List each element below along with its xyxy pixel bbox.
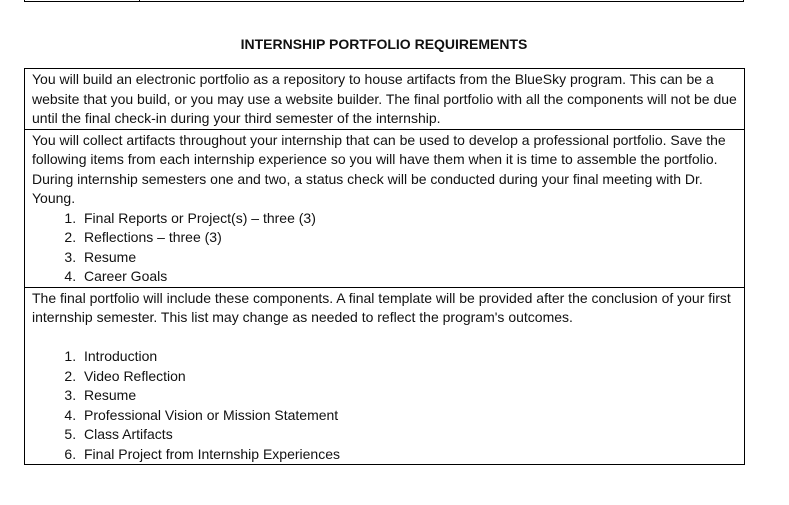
- requirement-text: The final portfolio will include these c…: [32, 289, 731, 326]
- list-item: Class Artifacts: [80, 425, 737, 445]
- list-item: Final Project from Internship Experience…: [80, 445, 737, 465]
- component-list: Introduction Video Reflection Resume Pro…: [32, 347, 737, 464]
- list-item: Resume: [80, 248, 737, 268]
- list-item: Resume: [80, 386, 737, 406]
- page-title: INTERNSHIP PORTFOLIO REQUIREMENTS: [240, 36, 528, 52]
- list-item: Final Reports or Project(s) – three (3): [80, 209, 737, 229]
- artifact-list: Final Reports or Project(s) – three (3) …: [32, 209, 737, 287]
- requirement-text: You will collect artifacts throughout yo…: [32, 131, 726, 207]
- requirement-row-build: You will build an electronic portfolio a…: [25, 69, 744, 129]
- previous-table-column-divider: [139, 0, 140, 2]
- list-item: Reflections – three (3): [80, 228, 737, 248]
- requirement-row-components: The final portfolio will include these c…: [25, 286, 744, 465]
- previous-table-edge: [24, 0, 744, 2]
- list-item: Professional Vision or Mission Statement: [80, 406, 737, 426]
- requirements-table: You will build an electronic portfolio a…: [24, 68, 745, 465]
- requirement-text: You will build an electronic portfolio a…: [32, 71, 737, 126]
- requirement-row-collect: You will collect artifacts throughout yo…: [25, 128, 744, 287]
- list-item: Career Goals: [80, 267, 737, 287]
- list-item: Introduction: [80, 347, 737, 367]
- list-item: Video Reflection: [80, 367, 737, 387]
